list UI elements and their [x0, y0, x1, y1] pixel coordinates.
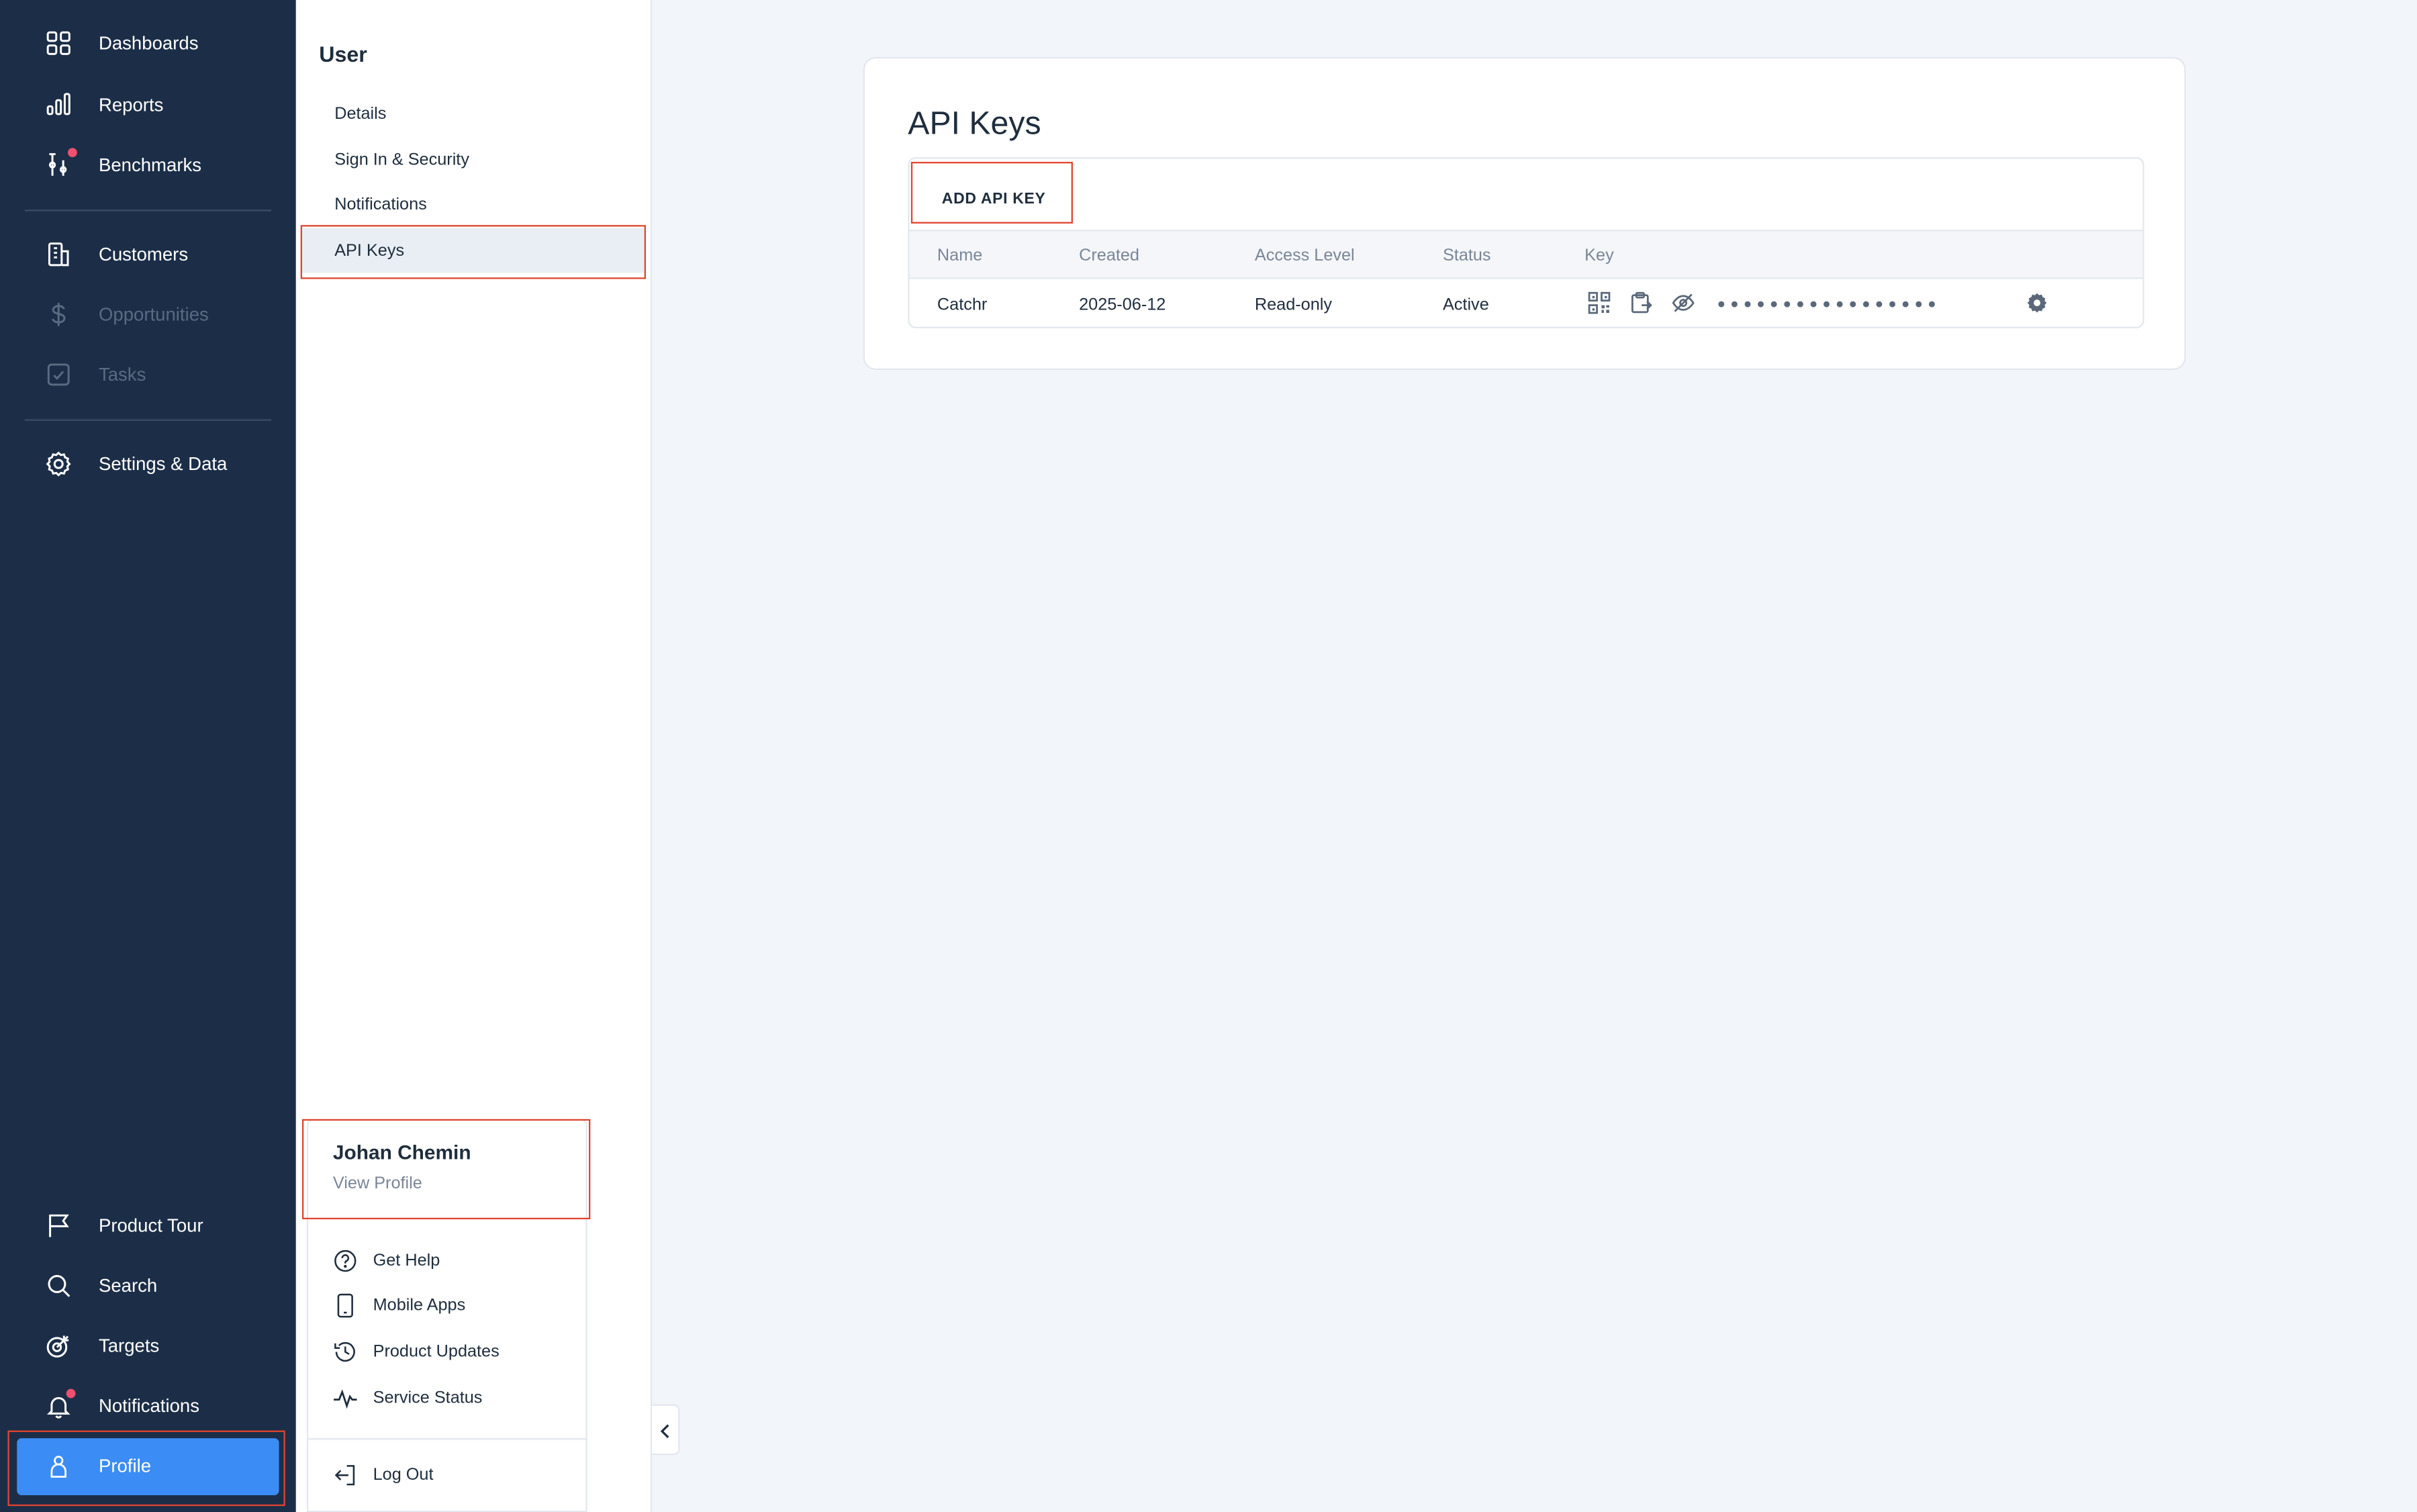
- masked-api-key: ●●●●●●●●●●●●●●●●●: [1717, 295, 1941, 312]
- history-icon: [334, 1341, 355, 1362]
- settings-item-details[interactable]: Details: [334, 105, 386, 125]
- nav-item-label: Notifications: [98, 1395, 200, 1417]
- logout-icon: [334, 1465, 355, 1486]
- nav-item-label: Reports: [98, 94, 164, 116]
- copy-icon[interactable]: [1629, 291, 1652, 314]
- nav-item-label: Dashboards: [98, 32, 199, 54]
- phone-icon: [337, 1293, 353, 1318]
- nav-item-reports[interactable]: Reports: [0, 79, 296, 131]
- nav-item-settings[interactable]: Settings & Data: [0, 438, 296, 490]
- nav-item-tasks[interactable]: Tasks: [0, 348, 296, 401]
- nav-item-search[interactable]: Search: [0, 1260, 296, 1312]
- row-access-level: Read-only: [1254, 295, 1332, 315]
- main-sidebar: Dashboards Reports Benchmarks Customers …: [0, 0, 296, 1512]
- nav-item-label: Profile: [98, 1455, 152, 1477]
- nav-divider: [24, 209, 272, 211]
- profile-menu: Johan Chemin View Profile Get Help Mobil…: [301, 1119, 591, 1512]
- menu-item-label: Mobile Apps: [373, 1296, 466, 1315]
- nav-item-benchmarks[interactable]: Benchmarks: [0, 139, 296, 191]
- nav-item-label: Settings & Data: [98, 453, 228, 475]
- column-header-access-level[interactable]: Access Level: [1255, 246, 1355, 265]
- menu-divider: [308, 1438, 586, 1440]
- notification-badge: [68, 148, 77, 158]
- menu-item-label: Product Updates: [373, 1342, 500, 1362]
- nav-item-label: Opportunities: [98, 303, 209, 326]
- api-keys-table: ADD API KEY Name Created Access Level St…: [908, 157, 2144, 329]
- eye-off-icon[interactable]: [1671, 291, 1696, 314]
- nav-item-profile[interactable]: Profile: [17, 1438, 279, 1496]
- nav-item-opportunities[interactable]: Opportunities: [0, 288, 296, 340]
- qr-code-icon[interactable]: [1588, 291, 1611, 314]
- flag-icon: [49, 1214, 69, 1237]
- row-created: 2025-06-12: [1079, 295, 1166, 315]
- row-name: Catchr: [937, 295, 988, 315]
- building-icon: [48, 242, 69, 267]
- view-profile-link[interactable]: View Profile: [333, 1174, 422, 1193]
- table-header: Name Created Access Level Status Key: [909, 230, 2143, 279]
- nav-item-dashboards[interactable]: Dashboards: [0, 17, 296, 69]
- column-header-key: Key: [1584, 246, 1614, 265]
- nav-item-label: Tasks: [98, 363, 146, 385]
- settings-item-notifications[interactable]: Notifications: [334, 196, 427, 216]
- nav-item-label: Benchmarks: [98, 154, 202, 176]
- user-name: Johan Chemin: [332, 1140, 471, 1164]
- bar-chart-icon: [46, 93, 70, 115]
- activity-icon: [334, 1389, 357, 1409]
- notification-badge: [66, 1388, 76, 1399]
- target-icon: [46, 1335, 69, 1358]
- nav-divider: [24, 419, 272, 421]
- nav-item-label: Targets: [98, 1335, 160, 1357]
- nav-item-label: Product Tour: [98, 1215, 203, 1237]
- checkbox-icon: [47, 363, 70, 386]
- collapse-sidebar-button[interactable]: [652, 1404, 680, 1456]
- settings-item-api-keys[interactable]: API Keys: [334, 242, 404, 262]
- menu-item-label: Log Out: [373, 1466, 434, 1484]
- menu-item-label: Service Status: [373, 1388, 483, 1408]
- page-title: API Keys: [908, 106, 1041, 142]
- nav-item-product-tour[interactable]: Product Tour: [0, 1199, 296, 1251]
- settings-heading: User: [319, 41, 367, 66]
- gear-icon[interactable]: [2026, 291, 2048, 314]
- row-status: Active: [1442, 295, 1489, 315]
- chevron-left-icon: [660, 1424, 669, 1439]
- gear-icon: [46, 451, 71, 477]
- nav-item-notifications[interactable]: Notifications: [0, 1380, 296, 1432]
- grid-icon: [46, 31, 70, 55]
- search-icon: [48, 1275, 70, 1297]
- help-circle-icon: [334, 1249, 357, 1272]
- nav-item-customers[interactable]: Customers: [0, 228, 296, 281]
- column-header-created[interactable]: Created: [1079, 246, 1139, 265]
- dollar-icon: [52, 303, 66, 326]
- column-header-name[interactable]: Name: [937, 246, 982, 265]
- settings-item-sign-in-security[interactable]: Sign In & Security: [334, 151, 469, 171]
- nav-item-label: Customers: [98, 243, 189, 265]
- highlight-box: [301, 1119, 591, 1220]
- nav-item-label: Search: [98, 1274, 158, 1296]
- add-api-key-button[interactable]: ADD API KEY: [942, 191, 1046, 208]
- person-icon: [50, 1456, 66, 1478]
- menu-item-label: Get Help: [373, 1251, 440, 1270]
- api-keys-card: API Keys ADD API KEY Name Created Access…: [863, 56, 2186, 371]
- column-header-status[interactable]: Status: [1443, 246, 1491, 265]
- nav-item-targets[interactable]: Targets: [0, 1319, 296, 1372]
